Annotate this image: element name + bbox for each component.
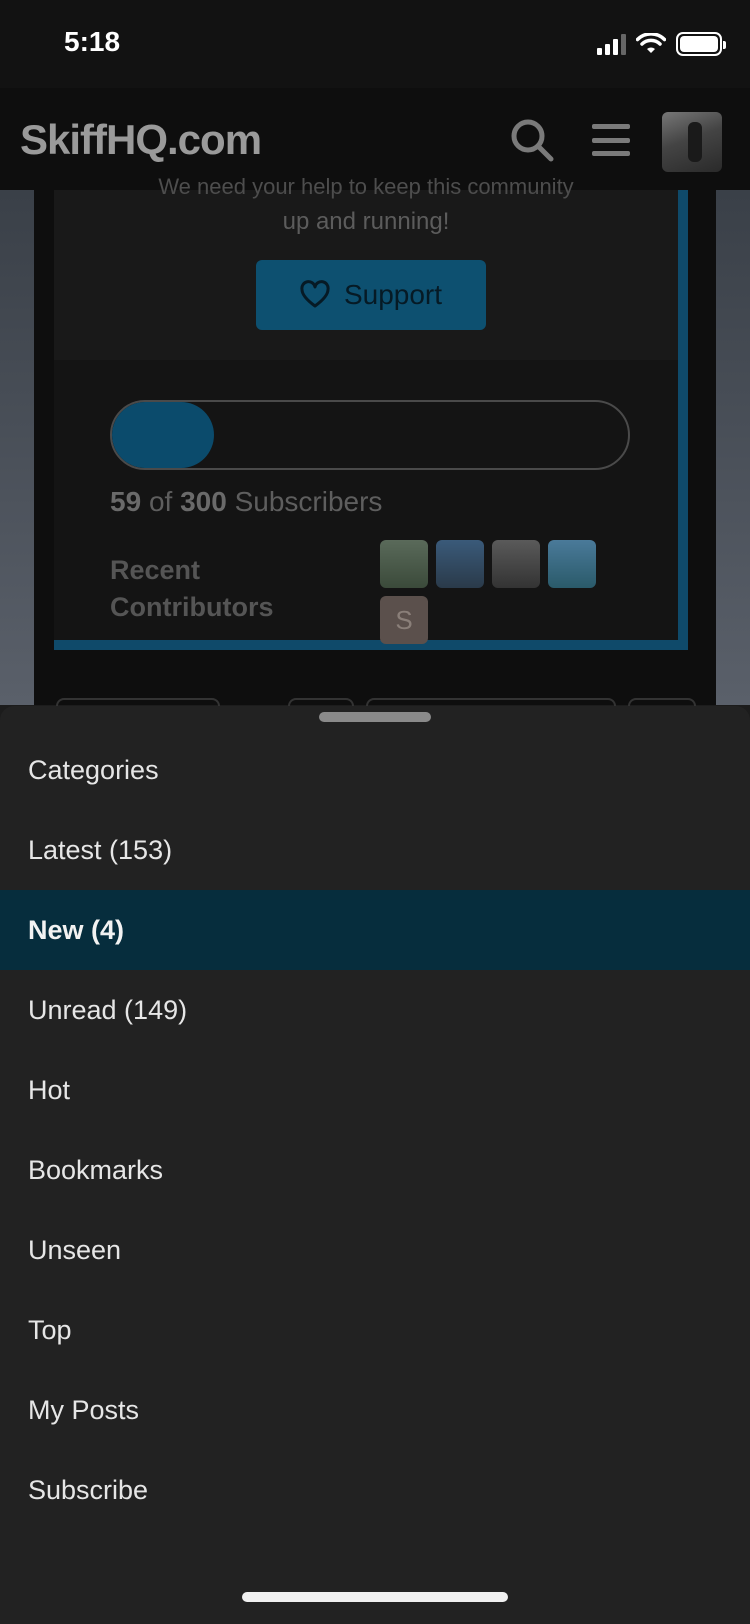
support-card: We need your help to keep this community…	[34, 174, 716, 705]
subscriber-current: 59	[110, 486, 142, 517]
recent-contributors-label: Recent Contributors	[110, 555, 274, 622]
hamburger-menu-icon[interactable]	[592, 124, 630, 156]
subscriber-count: 59 of 300 Subscribers	[110, 486, 382, 518]
search-icon[interactable]	[510, 118, 554, 162]
menu-item-new[interactable]: New (4)	[0, 890, 750, 970]
menu-item-hot[interactable]: Hot	[0, 1050, 750, 1130]
page-side-right	[716, 190, 750, 705]
subscriber-label: Subscribers	[234, 486, 383, 517]
sheet-drag-handle[interactable]	[319, 712, 431, 722]
cellular-signal-icon	[597, 33, 626, 55]
support-button[interactable]: Support	[256, 260, 486, 330]
subscriber-of: of	[148, 486, 173, 517]
menu-item-bookmarks[interactable]: Bookmarks	[0, 1130, 750, 1210]
page-side-left	[0, 190, 34, 705]
heart-icon	[300, 280, 330, 308]
user-avatar[interactable]	[662, 112, 722, 172]
navigation-menu: Categories Latest (153) New (4) Unread (149…	[0, 730, 750, 1530]
support-card-inner: We need your help to keep this community…	[54, 174, 688, 650]
menu-item-categories[interactable]: Categories	[0, 730, 750, 810]
support-button-label: Support	[343, 279, 443, 310]
contributor-avatar[interactable]	[380, 540, 428, 588]
menu-item-top[interactable]: Top	[0, 1290, 750, 1370]
wifi-icon	[636, 33, 666, 53]
home-indicator[interactable]	[242, 1592, 508, 1602]
subscriber-total: 300	[180, 486, 227, 517]
background-page: We need your help to keep this community…	[0, 174, 750, 710]
contributor-avatar[interactable]	[492, 540, 540, 588]
site-logo[interactable]: SkiffHQ.com	[20, 116, 262, 164]
contributor-avatars: S	[380, 540, 620, 644]
status-bar: 5:18	[0, 0, 750, 88]
menu-item-unseen[interactable]: Unseen	[0, 1210, 750, 1290]
contributor-avatar[interactable]	[548, 540, 596, 588]
navigation-bottom-sheet: Categories Latest (153) New (4) Unread (149…	[0, 706, 750, 1624]
battery-icon	[676, 32, 726, 56]
status-icons	[597, 32, 726, 56]
support-message-partial: We need your help to keep this community	[158, 174, 574, 199]
subscriber-progress-bar	[110, 400, 630, 470]
contributor-avatar[interactable]	[436, 540, 484, 588]
subscriber-progress-fill	[112, 402, 214, 468]
support-message: up and running!	[282, 208, 450, 235]
menu-item-subscribe[interactable]: Subscribe	[0, 1450, 750, 1530]
status-time: 5:18	[64, 26, 121, 57]
contributor-avatar-initial[interactable]: S	[380, 596, 428, 644]
support-card-top: We need your help to keep this community…	[54, 174, 678, 360]
menu-item-my-posts[interactable]: My Posts	[0, 1370, 750, 1450]
menu-item-latest[interactable]: Latest (153)	[0, 810, 750, 890]
menu-item-unread[interactable]: Unread (149)	[0, 970, 750, 1050]
